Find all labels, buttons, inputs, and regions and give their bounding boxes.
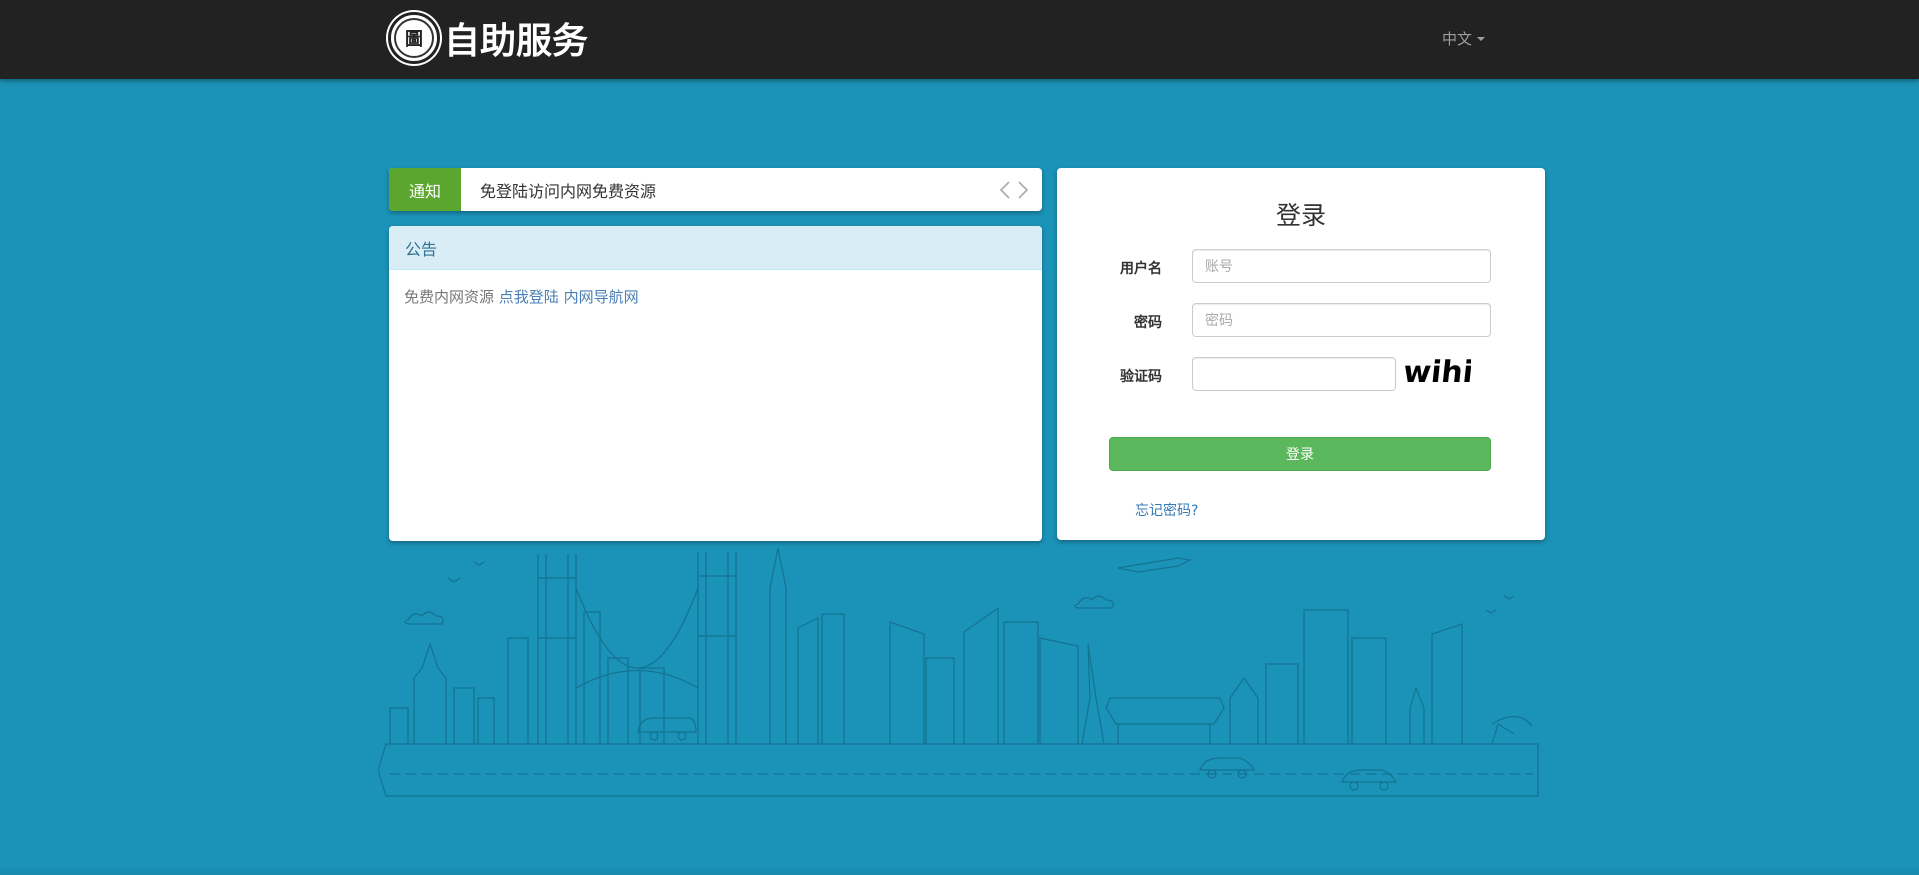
captcha-image[interactable]: wihi [1405, 348, 1471, 390]
captcha-label: 验证码 [1120, 369, 1162, 385]
login-title: 登录 [1275, 201, 1326, 230]
username-label: 用户名 [1120, 261, 1162, 277]
forgot-password-link[interactable]: 忘记密码? [1135, 500, 1198, 520]
footer-strip [0, 866, 1919, 875]
notice-text[interactable]: 免登陆访问内网免费资源 [480, 178, 994, 202]
language-label: 中文 [1442, 30, 1473, 48]
password-input[interactable] [1192, 303, 1491, 337]
announcement-title: 公告 [389, 226, 1042, 270]
login-link[interactable]: 点我登陆 [499, 288, 559, 306]
notice-arrows [994, 180, 1030, 200]
announcement-body: 免费内网资源 点我登陆 内网导航网 [389, 270, 1042, 323]
captcha-input[interactable] [1192, 357, 1396, 391]
announcement-text: 免费内网资源 [404, 288, 495, 306]
chevron-left-icon[interactable] [998, 180, 1012, 200]
library-seal-icon: 圖 [388, 12, 440, 64]
username-input[interactable] [1192, 249, 1491, 283]
notice-tag: 通知 [389, 168, 461, 211]
captcha-text: wihi [1405, 355, 1471, 390]
logo-seal-char: 圖 [394, 18, 434, 58]
city-skyline-illustration [378, 548, 1539, 797]
chevron-right-icon[interactable] [1016, 180, 1030, 200]
announcement-panel: 公告 免费内网资源 点我登陆 内网导航网 [389, 226, 1042, 541]
login-button[interactable]: 登录 [1109, 437, 1491, 471]
logo-title: 自助服务 [444, 21, 589, 62]
intranet-nav-link[interactable]: 内网导航网 [564, 288, 639, 306]
caret-down-icon [1477, 36, 1486, 41]
top-navbar: 圖 自助服务 中文 [0, 0, 1919, 79]
login-panel: 登录 用户名 密码 验证码 wihi 登录 忘记密码? [1057, 168, 1545, 540]
language-dropdown[interactable]: 中文 [1442, 28, 1486, 49]
logo[interactable]: 圖 自助服务 [388, 12, 588, 64]
notice-bar: 通知 免登陆访问内网免费资源 [389, 168, 1042, 211]
password-label: 密码 [1134, 315, 1162, 331]
